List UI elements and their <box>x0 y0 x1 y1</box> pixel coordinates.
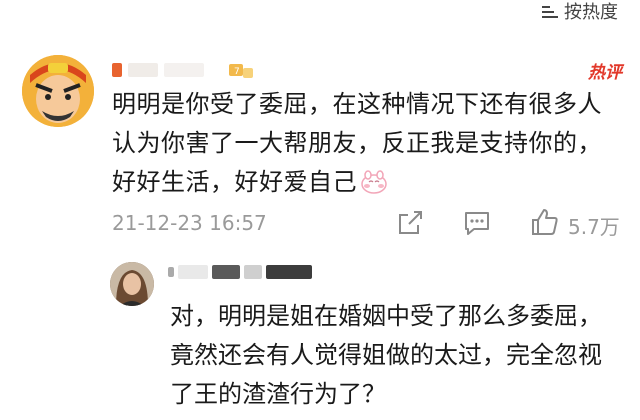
fan-badge-icon: 7 <box>225 58 255 82</box>
blush-face-emoji <box>361 167 387 194</box>
reply-text: 对，明明是姐在婚姻中受了那么多委屈，竟然还会有人觉得姐做的太过，完全忽视了王的渣… <box>170 302 602 408</box>
reply-avatar[interactable] <box>110 262 154 306</box>
comment-text: 明明是你受了委屈，在这种情况下还有很多人认为你害了一大帮朋友，反正我是支持你的，… <box>112 90 602 196</box>
commenter-avatar[interactable] <box>22 55 94 127</box>
commenter-username[interactable] <box>112 60 204 80</box>
sort-lines-icon <box>542 3 560 19</box>
reply-username[interactable] <box>168 265 312 279</box>
like-count: 5.7万 <box>568 215 620 239</box>
comment-meta-row: 21-12-23 16:57 5.7万 <box>112 207 627 241</box>
share-icon[interactable] <box>396 209 424 237</box>
hot-comment-badge: 热评 <box>588 63 622 83</box>
comment-icon[interactable] <box>462 209 492 237</box>
sort-label: 按热度 <box>564 2 618 23</box>
sort-by-hot-button[interactable]: 按热度 <box>542 0 618 24</box>
thumbs-up-icon[interactable] <box>530 207 560 237</box>
comment-timestamp: 21-12-23 16:57 <box>112 211 267 235</box>
comment-body: 明明是你受了委屈，在这种情况下还有很多人认为你害了一大帮朋友，反正我是支持你的，… <box>112 85 622 202</box>
svg-text:7: 7 <box>234 67 240 77</box>
